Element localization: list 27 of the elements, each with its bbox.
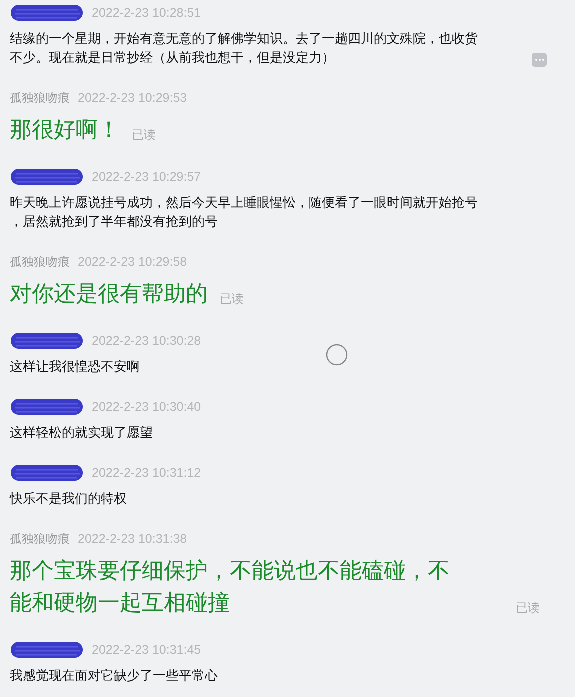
timestamp: 2022-2-23 10:31:12 — [92, 466, 202, 480]
message-text: 快乐不是我们的特权 — [10, 491, 127, 509]
timestamp: 2022-2-23 10:31:38 — [78, 532, 188, 546]
message-text: 那很好啊！ — [10, 117, 120, 145]
timestamp: 2022-2-23 10:28:51 — [92, 6, 202, 20]
read-receipt: 已读 — [516, 600, 540, 617]
read-receipt: 已读 — [132, 127, 156, 144]
message-text: 结缘的一个星期，开始有意无意的了解佛学知识。去了一趟四川的文殊院，也收货 不少。现在就是日常抄经（从前我也想干，但是没定力） — [10, 31, 478, 68]
message-text: 我感觉现在面对它缺少了一些平常心 — [10, 668, 218, 686]
message-text: 这样轻松的就实现了愿望 — [10, 425, 153, 443]
timestamp: 2022-2-23 10:31:45 — [92, 643, 202, 657]
read-receipt: 已读 — [220, 291, 244, 308]
timestamp: 2022-2-23 10:29:57 — [92, 170, 202, 184]
sender-name: 孤独狼吻痕 — [10, 530, 70, 548]
message-text: 昨天晚上许愿说挂号成功，然后今天早上睡眼惺忪，随便看了一眼时间就开始抢号 ，居然就抢到了半年都没有抢到的号 — [10, 195, 478, 232]
sender-name: 孤独狼吻痕 — [10, 254, 70, 270]
message-text: 那个宝珠要仔细保护，不能说也不能磕碰，不 能和硬物一起互相碰撞 — [10, 558, 450, 618]
timestamp: 2022-2-23 10:30:28 — [92, 334, 202, 348]
more-button[interactable] — [532, 53, 547, 67]
message-text: 对你还是很有帮助的 — [10, 281, 208, 309]
timestamp: 2022-2-23 10:30:40 — [92, 400, 202, 414]
timestamp: 2022-2-23 10:29:53 — [78, 91, 188, 105]
message-text: 这样让我很惶恐不安啊 — [10, 359, 140, 377]
sender-name: 孤独狼吻痕 — [10, 90, 70, 106]
circle-icon — [326, 344, 348, 366]
timestamp: 2022-2-23 10:29:58 — [78, 255, 188, 269]
more-icon — [534, 58, 544, 62]
